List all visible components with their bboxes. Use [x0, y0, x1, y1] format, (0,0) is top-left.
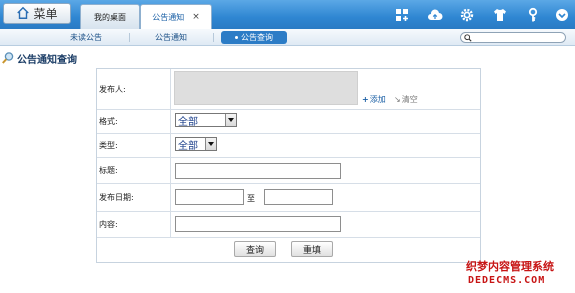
top-bar: 菜单 我的桌面 公告通知 ×	[0, 0, 575, 29]
magnifier-icon	[2, 52, 14, 64]
format-label: 格式:	[97, 110, 171, 133]
subtab-label: 公告查询	[241, 33, 273, 42]
plus-icon: +	[362, 95, 369, 104]
form-row-date: 发布日期: 至	[97, 184, 480, 212]
publisher-field[interactable]	[174, 71, 358, 105]
page-header: 公告通知查询	[0, 48, 575, 68]
tab-label: 公告通知	[152, 12, 185, 22]
date-range-separator: 至	[247, 194, 255, 203]
tab-notice[interactable]: 公告通知 ×	[140, 4, 212, 29]
content-label: 内容:	[97, 212, 171, 237]
subtab-label: 公告通知	[155, 33, 187, 42]
menu-label: 菜单	[33, 7, 58, 21]
watermark-domain: DEDECMS.COM	[468, 275, 546, 286]
sub-tab-bar: 未读公告 公告通知 公告查询	[0, 29, 575, 46]
content-input[interactable]	[175, 216, 341, 232]
site-watermark: 织梦内容管理系统 DEDECMS.COM	[466, 258, 575, 293]
title-input[interactable]	[175, 163, 341, 179]
clear-arrow-icon: ↘	[394, 95, 401, 104]
form-row-format: 格式: 全部	[97, 110, 480, 134]
gear-icon[interactable]	[458, 6, 476, 24]
divider	[129, 33, 130, 42]
form-row-content: 内容:	[97, 212, 480, 238]
form-row-title: 标题:	[97, 158, 480, 184]
add-publisher-link[interactable]: + 添加	[362, 94, 386, 105]
search-input[interactable]	[460, 32, 566, 43]
watermark-text: 织梦内容管理系统	[466, 260, 554, 273]
clear-publisher-link[interactable]: ↘ 清空	[394, 94, 418, 105]
chevron-down-icon[interactable]	[553, 6, 571, 24]
end-date-input[interactable]	[264, 189, 333, 205]
form-row-publisher: 发布人: + 添加 ↘ 清空	[97, 69, 480, 110]
menu-button[interactable]: 菜单	[3, 3, 71, 24]
chevron-down-icon	[225, 114, 236, 126]
layout-icon[interactable]	[393, 6, 411, 24]
divider	[213, 33, 214, 42]
tab-label: 我的桌面	[94, 12, 126, 22]
subtab-notice-query[interactable]: 公告查询	[221, 31, 287, 44]
clear-label: 清空	[401, 95, 418, 104]
format-select-value: 全部	[178, 116, 198, 128]
subtab-unread-notice[interactable]: 未读公告	[50, 31, 122, 44]
active-dot-icon	[235, 36, 238, 39]
tab-my-desktop[interactable]: 我的桌面	[80, 4, 140, 29]
query-form: 发布人: + 添加 ↘ 清空 格式: 全部 类型: 全部 标题: 发布日期: 至…	[96, 68, 481, 263]
add-label: 添加	[369, 95, 386, 104]
publisher-label: 发布人:	[97, 69, 171, 109]
type-select[interactable]: 全部	[175, 137, 217, 152]
key-icon[interactable]	[524, 6, 542, 24]
chevron-down-icon	[205, 138, 216, 150]
form-row-type: 类型: 全部	[97, 134, 480, 158]
start-date-input[interactable]	[175, 189, 244, 205]
query-button[interactable]: 查询	[234, 241, 276, 257]
search-icon	[464, 34, 472, 42]
subtab-notice[interactable]: 公告通知	[136, 31, 206, 44]
cloud-upload-icon[interactable]	[426, 6, 444, 24]
title-label: 标题:	[97, 158, 171, 183]
date-label: 发布日期:	[97, 184, 171, 211]
close-icon[interactable]: ×	[192, 12, 200, 22]
home-icon	[16, 6, 30, 22]
type-label: 类型:	[97, 134, 171, 157]
reset-button[interactable]: 重填	[291, 241, 333, 257]
subtab-label: 未读公告	[70, 33, 102, 42]
format-select[interactable]: 全部	[175, 113, 237, 128]
shirt-icon[interactable]	[491, 6, 509, 24]
page-title: 公告通知查询	[17, 54, 77, 66]
type-select-value: 全部	[178, 140, 198, 152]
